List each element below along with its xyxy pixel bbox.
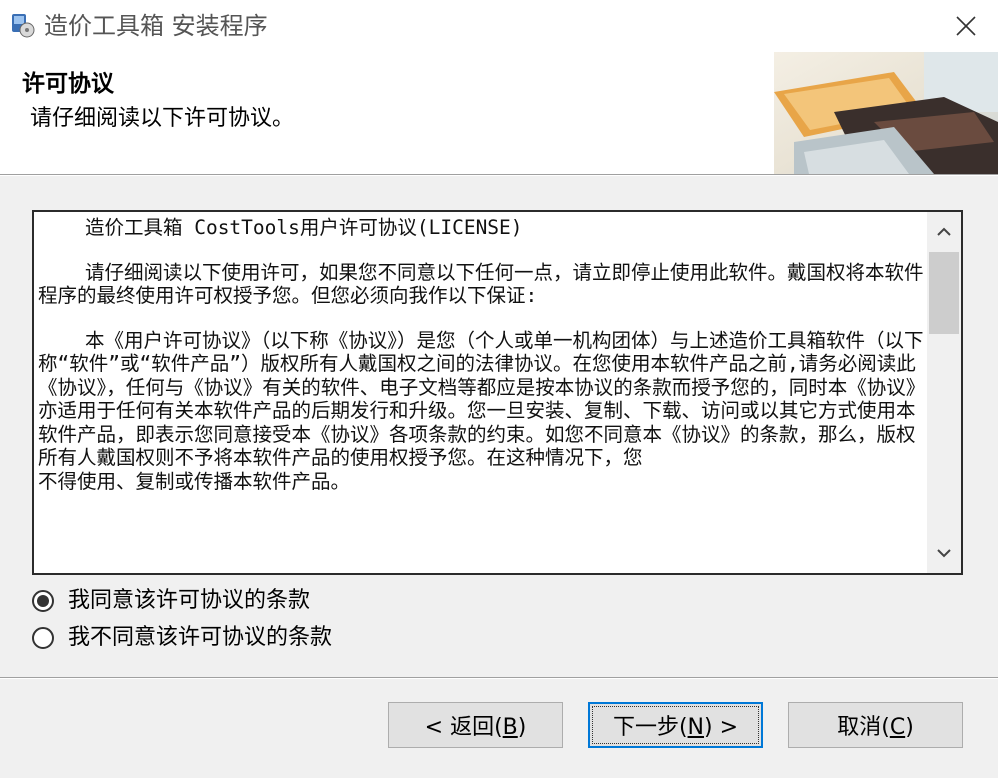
license-paragraph: 请仔细阅读以下使用许可，如果您不同意以下任何一点，请立即停止使用此软件。戴国权将… (38, 260, 924, 308)
radio-dot (37, 595, 49, 607)
license-paragraph: 造价工具箱 CostTools用户许可协议(LICENSE) (38, 216, 523, 239)
license-paragraph: 不得使用、复制或传播本软件产品。 (38, 469, 351, 493)
close-button[interactable] (946, 8, 986, 44)
license-text: 造价工具箱 CostTools用户许可协议(LICENSE) 请仔细阅读以下使用… (38, 216, 924, 571)
agree-label[interactable]: 我同意该许可协议的条款 (68, 586, 310, 616)
license-paragraph-gap (38, 240, 924, 261)
installer-icon (12, 14, 35, 38)
cancel-button-label: 取消(C) (837, 715, 914, 740)
title-bar: 造价工具箱 安装程序 (0, 0, 998, 52)
license-paragraph-gap (38, 308, 924, 329)
license-paragraph: 本《用户许可协议》（以下称《协议》）是您（个人或单一机构团体）与上述造价工具箱软… (38, 328, 924, 470)
header-divider-highlight (0, 175, 998, 176)
disagree-label[interactable]: 我不同意该许可协议的条款 (68, 623, 332, 653)
wizard-header-photo (774, 52, 998, 174)
license-text-box[interactable]: 造价工具箱 CostTools用户许可协议(LICENSE) 请仔细阅读以下使用… (32, 210, 963, 575)
page-title: 许可协议 (22, 71, 114, 97)
agree-radio[interactable]: 我同意该许可协议的条款 (32, 585, 310, 617)
scroll-up-button[interactable] (927, 212, 961, 252)
back-button-label: < 返回(B) (424, 715, 527, 740)
next-button[interactable]: 下一步(N) > (588, 702, 763, 748)
disagree-radio[interactable]: 我不同意该许可协议的条款 (32, 622, 332, 654)
chevron-up-icon (937, 227, 951, 236)
close-icon (956, 16, 976, 36)
wizard-header: 许可协议 请仔细阅读以下许可协议。 (0, 52, 998, 174)
radio-button-checked[interactable] (32, 590, 54, 612)
scroll-down-button[interactable] (927, 533, 961, 573)
page-subtitle: 请仔细阅读以下许可协议。 (30, 106, 295, 131)
back-button[interactable]: < 返回(B) (388, 702, 563, 748)
footer-divider-highlight (0, 678, 998, 679)
chevron-down-icon (937, 549, 951, 558)
next-button-label: 下一步(N) > (612, 715, 739, 740)
window-title: 造价工具箱 安装程序 (44, 12, 268, 40)
radio-button-unchecked[interactable] (32, 627, 54, 649)
cancel-button[interactable]: 取消(C) (788, 702, 963, 748)
scroll-thumb[interactable] (929, 252, 959, 334)
vertical-scrollbar[interactable] (927, 212, 961, 573)
